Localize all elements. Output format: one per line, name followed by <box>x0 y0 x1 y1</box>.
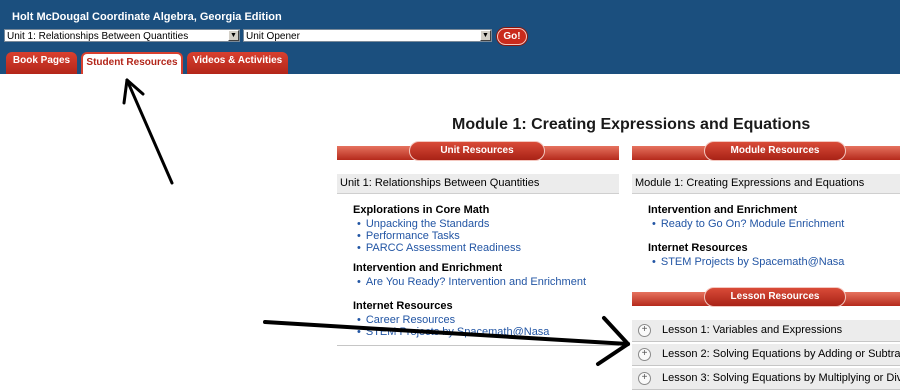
link[interactable]: STEM Projects by Spacemath@Nasa <box>661 256 845 268</box>
link-list: • Career Resources • STEM Projects by Spac… <box>337 314 619 338</box>
section-select-value: Unit Opener <box>246 31 300 42</box>
bullet-icon: • <box>357 326 361 338</box>
link[interactable]: Career Resources <box>366 314 455 326</box>
section-heading: Intervention and Enrichment <box>353 262 503 274</box>
bullet-icon: • <box>652 256 656 268</box>
tab-book-pages[interactable]: Book Pages <box>6 52 77 74</box>
lesson-row[interactable]: + Lesson 2: Solving Equations by Adding … <box>632 344 900 366</box>
unit-select-value: Unit 1: Relationships Between Quantities <box>7 31 189 42</box>
bullet-icon: • <box>357 276 361 288</box>
link[interactable]: Performance Tasks <box>366 230 460 242</box>
link-list: • Unpacking the Standards • Performance Ta… <box>337 218 619 254</box>
list-item[interactable]: • PARCC Assessment Readiness <box>357 242 619 254</box>
chevron-down-icon[interactable]: ▼ <box>480 30 491 41</box>
unit-select[interactable]: Unit 1: Relationships Between Quantities… <box>4 29 240 42</box>
section-heading: Intervention and Enrichment <box>648 204 798 216</box>
lesson-row[interactable]: + Lesson 1: Variables and Expressions <box>632 320 900 342</box>
lesson-label[interactable]: Lesson 3: Solving Equations by Multiplyi… <box>662 368 900 388</box>
go-button[interactable]: Go! <box>497 28 527 45</box>
lesson-resources-header: Lesson Resources <box>632 287 900 311</box>
section-heading: Explorations in Core Math <box>353 204 490 216</box>
tab-student-resources[interactable]: Student Resources <box>81 52 183 74</box>
module-resources-title: Module Resources <box>704 141 846 161</box>
bullet-icon: • <box>652 218 656 230</box>
list-item[interactable]: • Are You Ready? Intervention and Enrichm… <box>357 276 619 288</box>
module-breadcrumb: Module 1: Creating Expressions and Equat… <box>632 174 900 194</box>
module-resources-header: Module Resources <box>632 141 900 165</box>
plus-circle-icon[interactable]: + <box>638 324 651 337</box>
list-item[interactable]: • Unpacking the Standards <box>357 218 619 230</box>
panel-divider <box>337 345 619 346</box>
unit-resources-title: Unit Resources <box>409 141 545 161</box>
module-resources-panel: Module Resources Module 1: Creating Expr… <box>632 141 900 268</box>
chevron-down-icon[interactable]: ▼ <box>228 30 239 41</box>
lesson-label[interactable]: Lesson 2: Solving Equations by Adding or… <box>662 344 900 364</box>
section-heading: Internet Resources <box>353 300 453 312</box>
bullet-icon: • <box>357 314 361 326</box>
lesson-resources-panel: Lesson Resources + Lesson 1: Variables a… <box>632 287 900 390</box>
link-list: • Are You Ready? Intervention and Enrichm… <box>337 276 619 288</box>
link[interactable]: Ready to Go On? Module Enrichment <box>661 218 844 230</box>
top-header: Holt McDougal Coordinate Algebra, Georgi… <box>0 0 900 74</box>
section-select[interactable]: Unit Opener ▼ <box>243 29 492 42</box>
link[interactable]: Are You Ready? Intervention and Enrichme… <box>366 276 586 288</box>
link[interactable]: Unpacking the Standards <box>366 218 490 230</box>
list-item[interactable]: • Ready to Go On? Module Enrichment <box>652 218 900 230</box>
bullet-icon: • <box>357 230 361 242</box>
app-title: Holt McDougal Coordinate Algebra, Georgi… <box>12 11 282 23</box>
lesson-label[interactable]: Lesson 1: Variables and Expressions <box>662 320 842 340</box>
unit-breadcrumb: Unit 1: Relationships Between Quantities <box>337 174 619 194</box>
section-heading: Internet Resources <box>648 242 748 254</box>
tab-videos-activities[interactable]: Videos & Activities <box>187 52 288 74</box>
list-item[interactable]: • Performance Tasks <box>357 230 619 242</box>
list-item[interactable]: • Career Resources <box>357 314 619 326</box>
lesson-row[interactable]: + Lesson 3: Solving Equations by Multipl… <box>632 368 900 390</box>
plus-circle-icon[interactable]: + <box>638 372 651 385</box>
list-item[interactable]: • STEM Projects by Spacemath@Nasa <box>652 256 900 268</box>
link-list: • Ready to Go On? Module Enrichment <box>632 218 900 230</box>
arrow-to-student-resources <box>122 78 174 185</box>
unit-resources-header: Unit Resources <box>337 141 619 165</box>
link-list: • STEM Projects by Spacemath@Nasa <box>632 256 900 268</box>
link[interactable]: STEM Projects by Spacemath@Nasa <box>366 326 550 338</box>
bullet-icon: • <box>357 218 361 230</box>
unit-resources-panel: Unit Resources Unit 1: Relationships Bet… <box>337 141 619 346</box>
lesson-resources-title: Lesson Resources <box>704 287 846 307</box>
link[interactable]: PARCC Assessment Readiness <box>366 242 521 254</box>
page-title: Module 1: Creating Expressions and Equat… <box>452 116 811 133</box>
list-item[interactable]: • STEM Projects by Spacemath@Nasa <box>357 326 619 338</box>
bullet-icon: • <box>357 242 361 254</box>
plus-circle-icon[interactable]: + <box>638 348 651 361</box>
